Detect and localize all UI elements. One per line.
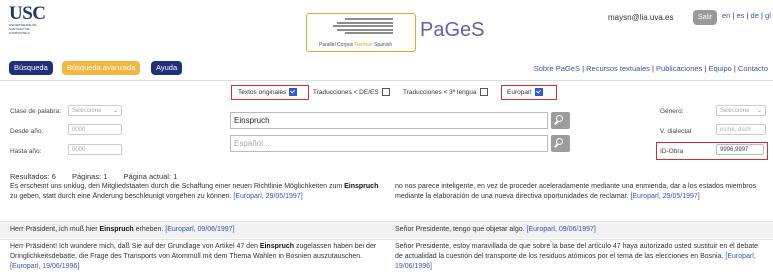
europarl-checkbox[interactable] <box>534 88 543 96</box>
german-sentence: Es erscheint uns unklug, den Mitgliedsta… <box>10 183 379 200</box>
top-links: Sobre PaGeS | Recursos textuales | Publi… <box>533 64 768 73</box>
genero-select[interactable]: Seleccione ⌄ <box>716 105 766 116</box>
link-equipo[interactable]: Equipo <box>708 64 731 73</box>
chevron-down-icon: ⌄ <box>756 108 762 114</box>
result-row: Herr Präsident, ich muß hier Einspruch e… <box>0 222 773 238</box>
divider <box>0 80 773 81</box>
nav-busqueda-avanzada-button[interactable]: Búsqueda avanzada <box>62 61 141 75</box>
source-link[interactable]: [Europarl, 19/06/1996] <box>10 263 79 270</box>
spanish-sentence: no nos parece inteligente, en vez de pro… <box>395 183 757 200</box>
german-sentence: Herr Präsident, ich muß hier Einspruch e… <box>10 226 235 233</box>
source-link[interactable]: [Europarl, 09/06/1997] <box>527 226 596 233</box>
paginas-count: Páginas: 1 <box>71 172 108 181</box>
spanish-search-input[interactable]: Español ... <box>230 135 548 152</box>
link-sobre-pages[interactable]: Sobre PaGeS <box>534 64 580 73</box>
v-dialectal-label: V. dialectal <box>660 128 692 135</box>
hasta-ano-input[interactable]: 0000 <box>68 144 122 155</box>
traducciones-3-lengua-checkbox[interactable] <box>479 88 488 96</box>
spanish-sentence: Señor Presidente, tengo que objetar algo… <box>395 226 596 233</box>
spanish-sentence: Señor Presidente, estoy maravillada de q… <box>395 243 759 270</box>
source-link[interactable]: [Europarl, 29/05/1997] <box>233 193 302 200</box>
filter-europarl-label: Europarl <box>507 88 532 96</box>
pages-logo-text: PaGeS <box>420 19 485 41</box>
spanish-search-button[interactable] <box>551 135 570 152</box>
source-link[interactable]: [Europarl, 29/05/1997] <box>630 193 699 200</box>
id-obra-label: ID-Obra <box>660 148 684 155</box>
source-link[interactable]: [Europarl, 09/06/1997] <box>165 226 234 233</box>
lang-gl[interactable]: gl <box>765 11 771 20</box>
link-publicaciones[interactable]: Publicaciones <box>656 64 702 73</box>
filter-traducciones-de-es-label: Traducciones < DE/ES <box>313 88 379 96</box>
nav-busqueda-button[interactable]: Búsqueda <box>9 61 53 75</box>
desde-ano-input[interactable]: 0000 <box>68 124 122 135</box>
desde-ano-label: Desde año: <box>10 128 44 135</box>
pages-logo-box: Parallel Corpus German Spanish <box>306 13 416 52</box>
link-contacto[interactable]: Contacto <box>738 64 768 73</box>
textos-originales-checkbox[interactable] <box>289 88 298 96</box>
lang-es[interactable]: es <box>736 11 744 20</box>
language-switcher: en | es | de | gl <box>722 11 771 20</box>
filter-traducciones-3-lengua-label: Traducciones < 3ª lengua <box>403 88 477 96</box>
filter-textos-originales-label: Textos originales <box>238 88 287 96</box>
resultados-count: Resultados: 6 <box>10 172 56 181</box>
user-email: maysn@lia.uva.es <box>608 13 674 22</box>
german-search-button[interactable] <box>551 112 570 129</box>
filter-traducciones-3-lengua[interactable]: Traducciones < 3ª lengua <box>403 88 488 96</box>
german-search-input[interactable]: Einspruch <box>230 112 548 129</box>
link-recursos-textuales[interactable]: Recursos textuales <box>586 64 650 73</box>
german-sentence: Herr Präsident! Ich wundere mich, daß Si… <box>10 243 377 270</box>
usc-logo: USC UNIVERSIDADE DE SANTIAGO DE COMPOSTE… <box>9 3 46 35</box>
lang-de[interactable]: de <box>751 11 759 20</box>
pages-logo-bars-icon <box>333 18 393 36</box>
pages-logo: Parallel Corpus German Spanish PaGeS <box>306 13 485 52</box>
nav-ayuda-button[interactable]: Ayuda <box>151 61 183 75</box>
filter-traducciones-de-es[interactable]: Traducciones < DE/ES <box>313 88 390 96</box>
pages-tagline: Parallel Corpus German Spanish <box>319 42 393 48</box>
filter-europarl[interactable]: Europarl <box>507 88 543 96</box>
results-info: Resultados: 6 Páginas: 1 Página actual: … <box>10 172 191 181</box>
result-row: Es erscheint uns unklug, den Mitgliedsta… <box>0 182 773 220</box>
usc-logo-text: USC <box>9 3 46 24</box>
chevron-down-icon: ⌄ <box>112 108 118 114</box>
traducciones-de-es-checkbox[interactable] <box>381 88 390 96</box>
lang-en[interactable]: en <box>722 11 730 20</box>
logout-button[interactable]: Salir <box>693 10 717 25</box>
pagina-actual: Página actual: 1 <box>123 172 178 181</box>
hasta-ano-label: Hasta año: <box>10 148 42 155</box>
clase-palabra-label: Clase de palabra: <box>10 108 61 115</box>
result-row: Herr Präsident! Ich wundere mich, daß Si… <box>0 242 773 278</box>
v-dialectal-input[interactable]: esme, dsch <box>716 124 766 135</box>
clase-palabra-select[interactable]: Seleccione ⌄ <box>68 105 122 116</box>
filter-textos-originales[interactable]: Textos originales <box>238 88 298 96</box>
genero-label: Género: <box>660 108 684 115</box>
id-obra-input[interactable]: 9996,9997 <box>716 144 764 155</box>
usc-logo-subtext: UNIVERSIDADE DE SANTIAGO DE COMPOSTELA <box>9 23 37 35</box>
